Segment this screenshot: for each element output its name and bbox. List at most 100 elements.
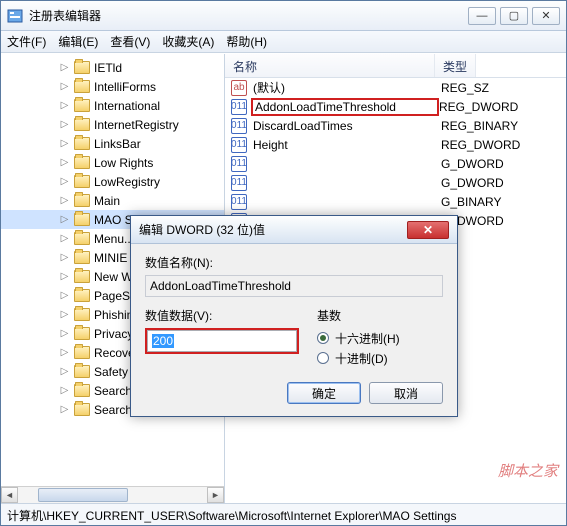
- value-name: Height: [253, 138, 441, 152]
- expander-icon[interactable]: ▷: [59, 62, 70, 73]
- tree-node-label: MINIE: [94, 251, 127, 265]
- folder-icon: [74, 137, 90, 150]
- regedit-icon: [7, 8, 23, 24]
- expander-icon[interactable]: ▷: [59, 100, 70, 111]
- list-row[interactable]: 011 G_DWORD: [225, 154, 566, 173]
- menu-edit[interactable]: 编辑(E): [58, 33, 98, 50]
- expander-icon[interactable]: ▷: [59, 195, 70, 206]
- ok-button[interactable]: 确定: [287, 382, 361, 404]
- expander-icon[interactable]: ▷: [59, 233, 70, 244]
- tree-node[interactable]: ▷ LowRegistry: [1, 172, 224, 191]
- expander-icon[interactable]: ▷: [59, 290, 70, 301]
- radio-dec[interactable]: 十进制(D): [317, 348, 400, 368]
- minimize-button[interactable]: —: [468, 7, 496, 25]
- value-data-field[interactable]: 200: [147, 330, 297, 352]
- list-row[interactable]: 011AddonLoadTimeThresholdREG_DWORD: [225, 97, 566, 116]
- binary-value-icon: 011: [231, 175, 247, 191]
- cancel-button[interactable]: 取消: [369, 382, 443, 404]
- folder-icon: [74, 213, 90, 226]
- expander-icon[interactable]: ▷: [59, 176, 70, 187]
- binary-value-icon: 011: [231, 194, 247, 210]
- menu-view[interactable]: 查看(V): [110, 33, 150, 50]
- folder-icon: [74, 327, 90, 340]
- menu-favorites[interactable]: 收藏夹(A): [162, 33, 214, 50]
- folder-icon: [74, 289, 90, 302]
- value-type: REG_DWORD: [439, 100, 518, 114]
- binary-value-icon: 011: [231, 118, 247, 134]
- expander-icon[interactable]: ▷: [59, 157, 70, 168]
- expander-icon[interactable]: ▷: [59, 328, 70, 339]
- tree-node-label: LinksBar: [94, 137, 141, 151]
- tree-hscrollbar[interactable]: ◄ ►: [1, 486, 224, 503]
- dialog-titlebar[interactable]: 编辑 DWORD (32 位)值 ✕: [131, 216, 457, 244]
- titlebar[interactable]: 注册表编辑器 — ▢ ✕: [1, 1, 566, 31]
- col-type[interactable]: 类型: [435, 54, 476, 77]
- col-name[interactable]: 名称: [225, 54, 435, 77]
- menu-help[interactable]: 帮助(H): [226, 33, 267, 50]
- value-type: G_DWORD: [441, 176, 504, 190]
- expander-icon[interactable]: ▷: [59, 271, 70, 282]
- tree-node[interactable]: ▷ Low Rights: [1, 153, 224, 172]
- folder-icon: [74, 232, 90, 245]
- folder-icon: [74, 308, 90, 321]
- scroll-right-icon[interactable]: ►: [207, 487, 224, 503]
- edit-dword-dialog: 编辑 DWORD (32 位)值 ✕ 数值名称(N): AddonLoadTim…: [130, 215, 458, 417]
- tree-node-label: Privacy: [94, 327, 133, 341]
- expander-icon[interactable]: ▷: [59, 252, 70, 263]
- value-data-label: 数值数据(V):: [145, 307, 299, 324]
- base-label: 基数: [317, 307, 400, 324]
- expander-icon[interactable]: ▷: [59, 214, 70, 225]
- expander-icon[interactable]: ▷: [59, 138, 70, 149]
- tree-node[interactable]: ▷ Main: [1, 191, 224, 210]
- value-type: REG_BINARY: [441, 119, 518, 133]
- folder-icon: [74, 365, 90, 378]
- maximize-button[interactable]: ▢: [500, 7, 528, 25]
- value-type: REG_SZ: [441, 81, 489, 95]
- value-type: G_DWORD: [441, 157, 504, 171]
- tree-node[interactable]: ▷IntelliForms: [1, 77, 224, 96]
- tree-node[interactable]: ▷ InternetRegistry: [1, 115, 224, 134]
- tree-node-label: International: [94, 99, 160, 113]
- menu-file[interactable]: 文件(F): [7, 33, 46, 50]
- tree-node-label: Low Rights: [94, 156, 153, 170]
- scroll-thumb[interactable]: [38, 488, 128, 502]
- folder-icon: [74, 194, 90, 207]
- tree-node-label: LowRegistry: [94, 175, 160, 189]
- tree-node-label: Main: [94, 194, 120, 208]
- scroll-left-icon[interactable]: ◄: [1, 487, 18, 503]
- list-row[interactable]: 011 G_DWORD: [225, 173, 566, 192]
- list-row[interactable]: 011G_BINARY: [225, 192, 566, 211]
- expander-icon[interactable]: ▷: [59, 347, 70, 358]
- list-row[interactable]: 011HeightREG_DWORD: [225, 135, 566, 154]
- tree-node-label: Safety: [94, 365, 128, 379]
- folder-icon: [74, 403, 90, 416]
- expander-icon[interactable]: ▷: [59, 404, 70, 415]
- close-button[interactable]: ✕: [532, 7, 560, 25]
- expander-icon[interactable]: ▷: [59, 81, 70, 92]
- radio-hex[interactable]: 十六进制(H): [317, 328, 400, 348]
- expander-icon[interactable]: ▷: [59, 385, 70, 396]
- tree-node-label: InternetRegistry: [94, 118, 179, 132]
- menubar: 文件(F) 编辑(E) 查看(V) 收藏夹(A) 帮助(H): [1, 31, 566, 53]
- value-data-highlight: 200: [145, 328, 299, 354]
- binary-value-icon: 011: [231, 99, 247, 115]
- folder-icon: [74, 175, 90, 188]
- folder-icon: [74, 346, 90, 359]
- list-row[interactable]: ab(默认)REG_SZ: [225, 78, 566, 97]
- expander-icon[interactable]: ▷: [59, 366, 70, 377]
- dialog-title: 编辑 DWORD (32 位)值: [139, 221, 407, 238]
- tree-node[interactable]: ▷ LinksBar: [1, 134, 224, 153]
- window-title: 注册表编辑器: [29, 7, 468, 24]
- binary-value-icon: 011: [231, 137, 247, 153]
- expander-icon[interactable]: ▷: [59, 309, 70, 320]
- dialog-close-button[interactable]: ✕: [407, 221, 449, 239]
- list-header: 名称 类型: [225, 54, 566, 78]
- expander-icon[interactable]: ▷: [59, 119, 70, 130]
- tree-node[interactable]: ▷IETld: [1, 58, 224, 77]
- scroll-track[interactable]: [18, 487, 207, 503]
- binary-value-icon: 011: [231, 156, 247, 172]
- folder-icon: [74, 156, 90, 169]
- tree-node[interactable]: ▷ International: [1, 96, 224, 115]
- folder-icon: [74, 270, 90, 283]
- list-row[interactable]: 011DiscardLoadTimesREG_BINARY: [225, 116, 566, 135]
